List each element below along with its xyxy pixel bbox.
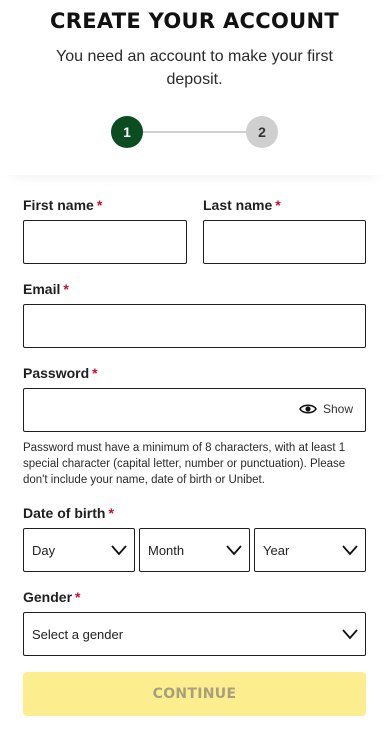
password-label: Password * xyxy=(23,365,98,381)
dob-year-select[interactable]: Year xyxy=(254,528,366,572)
dob-label-text: Date of birth xyxy=(23,505,106,521)
password-field[interactable]: Show xyxy=(23,388,366,432)
required-marker: * xyxy=(275,197,281,213)
required-marker: * xyxy=(92,365,98,381)
password-label-text: Password xyxy=(23,365,90,381)
password-hint: Password must have a minimum of 8 charac… xyxy=(23,442,346,486)
progress-stepper: 1 2 xyxy=(111,116,278,148)
email-label: Email * xyxy=(23,281,69,297)
last-name-label-text: Last name xyxy=(203,197,273,213)
chevron-down-icon xyxy=(111,545,127,556)
header: CREATE YOUR ACCOUNT You need an account … xyxy=(0,0,389,175)
page-title: CREATE YOUR ACCOUNT xyxy=(50,9,339,33)
chevron-down-icon xyxy=(342,629,358,640)
gender-select[interactable]: Select a gender xyxy=(23,612,366,656)
required-marker: * xyxy=(75,589,81,605)
dob-year-value: Year xyxy=(263,542,290,558)
required-marker: * xyxy=(63,281,69,297)
first-name-label-text: First name xyxy=(23,197,94,213)
step-1-indicator: 1 xyxy=(111,116,143,148)
dob-day-value: Day xyxy=(32,542,56,558)
last-name-label: Last name * xyxy=(203,197,281,213)
email-input[interactable] xyxy=(23,304,366,348)
show-password-toggle[interactable]: Show xyxy=(299,402,353,416)
first-name-input[interactable] xyxy=(23,220,187,264)
stepper-line xyxy=(143,131,247,133)
gender-label: Gender * xyxy=(23,589,80,605)
dob-label: Date of birth * xyxy=(23,505,114,521)
chevron-down-icon xyxy=(226,545,242,556)
step-2-indicator: 2 xyxy=(246,116,278,148)
chevron-down-icon xyxy=(342,545,358,556)
dob-month-value: Month xyxy=(148,542,185,558)
required-marker: * xyxy=(108,505,114,521)
eye-icon xyxy=(299,404,317,414)
email-label-text: Email xyxy=(23,281,61,297)
continue-button[interactable]: CONTINUE xyxy=(23,672,366,716)
first-name-label: First name * xyxy=(23,197,102,213)
gender-selected-value: Select a gender xyxy=(32,626,124,642)
page-subtitle: You need an account to make your first d… xyxy=(56,48,333,88)
gender-label-text: Gender xyxy=(23,589,73,605)
show-password-label: Show xyxy=(322,402,353,416)
required-marker: * xyxy=(96,197,103,213)
last-name-input[interactable] xyxy=(203,220,366,264)
dob-month-select[interactable]: Month xyxy=(139,528,250,572)
dob-day-select[interactable]: Day xyxy=(23,528,135,572)
